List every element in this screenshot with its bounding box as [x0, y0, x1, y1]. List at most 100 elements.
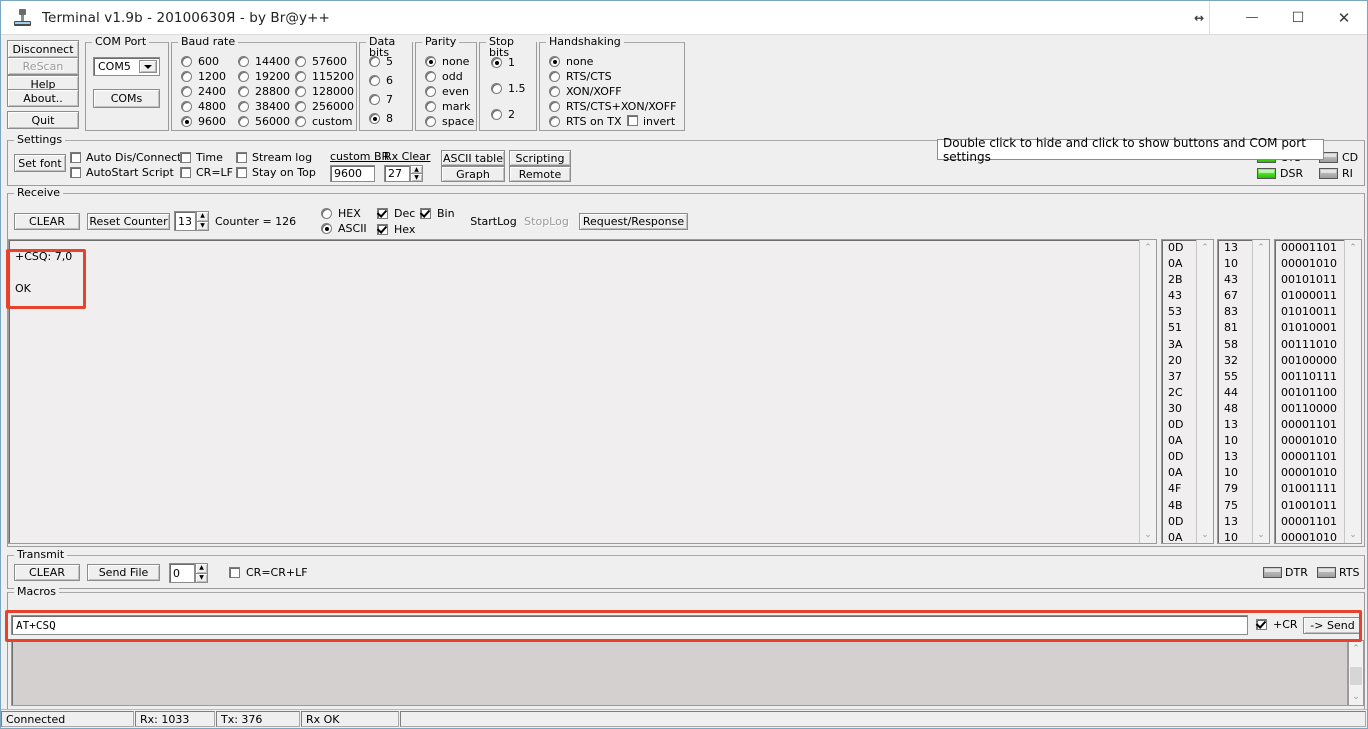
chevron-down-icon[interactable] [139, 60, 157, 73]
macros-scrollbar[interactable]: ⌃ ⌄ [1348, 640, 1364, 706]
crlf-setting-checkbox[interactable] [180, 167, 191, 178]
scroll-down-icon[interactable]: ⌄ [1257, 527, 1265, 543]
status-rx: Rx: 1033 [135, 711, 215, 727]
handshaking-label: RTS/CTS [566, 70, 612, 83]
data-bits-label: 5 [386, 55, 393, 68]
com-port-select[interactable]: COM5 [93, 57, 160, 76]
rx-clear-stepper[interactable]: ▲ ▼ [410, 165, 423, 182]
transmit-delay-input[interactable]: 0 [169, 563, 195, 583]
baud-rate-legend: Baud rate [178, 36, 239, 47]
com-port-legend: COM Port [92, 36, 150, 47]
minimize-button[interactable]: — [1229, 1, 1275, 34]
remote-button[interactable]: Remote [509, 166, 571, 182]
bin-scrollbar[interactable]: ⌃ ⌄ [1344, 240, 1361, 543]
send-file-button[interactable]: Send File [87, 564, 160, 581]
stream-log-checkbox[interactable] [236, 152, 247, 163]
reset-counter-button[interactable]: Reset Counter [87, 213, 170, 230]
scroll-down-icon[interactable]: ⌄ [1144, 527, 1152, 543]
receive-clear-button[interactable]: CLEAR [14, 213, 80, 230]
scripting-button[interactable]: Scripting [509, 150, 571, 166]
baud-label: 56000 [255, 115, 290, 128]
dec-column[interactable]: 13 10 43 67 83 81 58 32 55 44 48 13 10 13 10 79 75 13 10 ⌃… [1217, 239, 1270, 544]
status-bar: Connected Rx: 1033 Tx: 376 Rx OK [1, 709, 1367, 728]
scroll-up-icon[interactable]: ⌃ [1349, 240, 1357, 256]
invert-label: invert [643, 115, 676, 128]
scroll-up-icon[interactable]: ⌃ [1257, 240, 1265, 256]
graph-button[interactable]: Graph [441, 166, 505, 182]
macros-list-area[interactable] [11, 640, 1348, 706]
stepper-down-icon[interactable]: ▼ [196, 220, 209, 231]
autostart-script-checkbox[interactable] [70, 167, 81, 178]
baud-rate-group: Baud rate 600 1200 2400 4800 9600 14400 … [171, 36, 357, 131]
stop-bits-group: Stop bits 1 1.5 2 [479, 36, 537, 131]
crlf-checkbox[interactable] [229, 567, 240, 578]
stepper-up-icon[interactable]: ▲ [195, 563, 208, 573]
auto-disconnect-checkbox[interactable] [70, 152, 81, 163]
maximize-button[interactable]: ☐ [1275, 1, 1321, 34]
about-button[interactable]: About.. [7, 89, 79, 107]
bin-label: Bin [437, 207, 455, 220]
scroll-up-icon[interactable]: ⌃ [1352, 641, 1360, 657]
invert-checkbox[interactable] [627, 115, 638, 126]
hex-checkbox[interactable] [377, 224, 388, 235]
rts-label: RTS [1339, 566, 1360, 579]
stay-on-top-checkbox[interactable] [236, 167, 247, 178]
command-row-highlight [5, 610, 1362, 642]
startlog-button[interactable]: StartLog [467, 213, 520, 230]
dec-checkbox[interactable] [377, 208, 388, 219]
stepper-up-icon[interactable]: ▲ [410, 165, 423, 173]
response-highlight [6, 249, 86, 309]
disconnect-button[interactable]: Disconnect [7, 40, 79, 58]
crlf-setting-label: CR=LF [196, 166, 233, 179]
data-bits-label: 6 [386, 74, 393, 87]
hex-column[interactable]: 0D 0A 2B 43 53 51 3A 20 37 2C 30 0D 0A 0D 0A 4F 4B 0D 0A ⌃… [1161, 239, 1214, 544]
baud-label: 57600 [312, 55, 347, 68]
bin-column[interactable]: 00001101 00001010 00101011 01000011 01010011… [1274, 239, 1362, 544]
transmit-group: Transmit CLEAR Send File 0 ▲ ▼ CR=CR+LF … [7, 549, 1365, 589]
stepper-down-icon[interactable]: ▼ [195, 572, 208, 583]
rx-clear-input[interactable]: 27 [384, 165, 410, 182]
ascii-table-button[interactable]: ASCII table [441, 150, 505, 166]
com-port-value: COM5 [98, 60, 131, 73]
settings-legend: Settings [14, 134, 66, 145]
dtr-label: DTR [1285, 566, 1308, 579]
close-button[interactable]: ✕ [1321, 1, 1367, 34]
set-font-button[interactable]: Set font [14, 154, 66, 172]
stoplog-button[interactable]: StopLog [520, 213, 573, 230]
stay-on-top-label: Stay on Top [252, 166, 316, 179]
scroll-down-icon[interactable]: ⌄ [1201, 527, 1209, 543]
baud-label: 256000 [312, 100, 354, 113]
hex-scrollbar[interactable]: ⌃ ⌄ [1196, 240, 1213, 543]
stepper-down-icon[interactable]: ▼ [410, 173, 423, 182]
custom-br-label: custom BR [330, 150, 390, 163]
bin-checkbox[interactable] [420, 208, 431, 219]
window-controls: ↔ — ☐ ✕ [1169, 1, 1367, 34]
resize-icon[interactable]: ↔ [1169, 1, 1229, 34]
dsr-label: DSR [1280, 167, 1304, 180]
coms-button[interactable]: COMs [93, 89, 160, 108]
receive-text-panel[interactable]: +CSQ: 7,0 OK ⌃ ⌄ [8, 239, 1157, 544]
transmit-clear-button[interactable]: CLEAR [14, 564, 80, 581]
transmit-delay-stepper[interactable]: ▲ ▼ [195, 563, 208, 583]
time-checkbox[interactable] [180, 152, 191, 163]
rescan-button[interactable]: ReScan [7, 57, 79, 75]
counter-input[interactable]: 13 [174, 211, 196, 231]
scroll-down-icon[interactable]: ⌄ [1349, 527, 1357, 543]
counter-stepper[interactable]: ▲ ▼ [196, 211, 209, 231]
receive-scrollbar[interactable]: ⌃ ⌄ [1139, 240, 1156, 543]
handshaking-label: RTS on TX [566, 115, 622, 128]
stepper-up-icon[interactable]: ▲ [196, 211, 209, 221]
stop-bits-legend: Stop bits [486, 36, 536, 58]
stop-bits-label: 2 [508, 108, 515, 121]
scroll-down-icon[interactable]: ⌄ [1352, 689, 1360, 705]
quit-button[interactable]: Quit [7, 111, 79, 129]
receive-legend: Receive [14, 187, 64, 198]
scroll-up-icon[interactable]: ⌃ [1144, 240, 1152, 256]
cd-label: CD [1342, 151, 1359, 164]
dec-scrollbar[interactable]: ⌃ ⌄ [1252, 240, 1269, 543]
scroll-up-icon[interactable]: ⌃ [1201, 240, 1209, 256]
ri-led [1319, 168, 1338, 179]
baud-label: 115200 [312, 70, 354, 83]
custom-br-input[interactable]: 9600 [330, 165, 375, 182]
request-response-button[interactable]: Request/Response [579, 213, 688, 230]
